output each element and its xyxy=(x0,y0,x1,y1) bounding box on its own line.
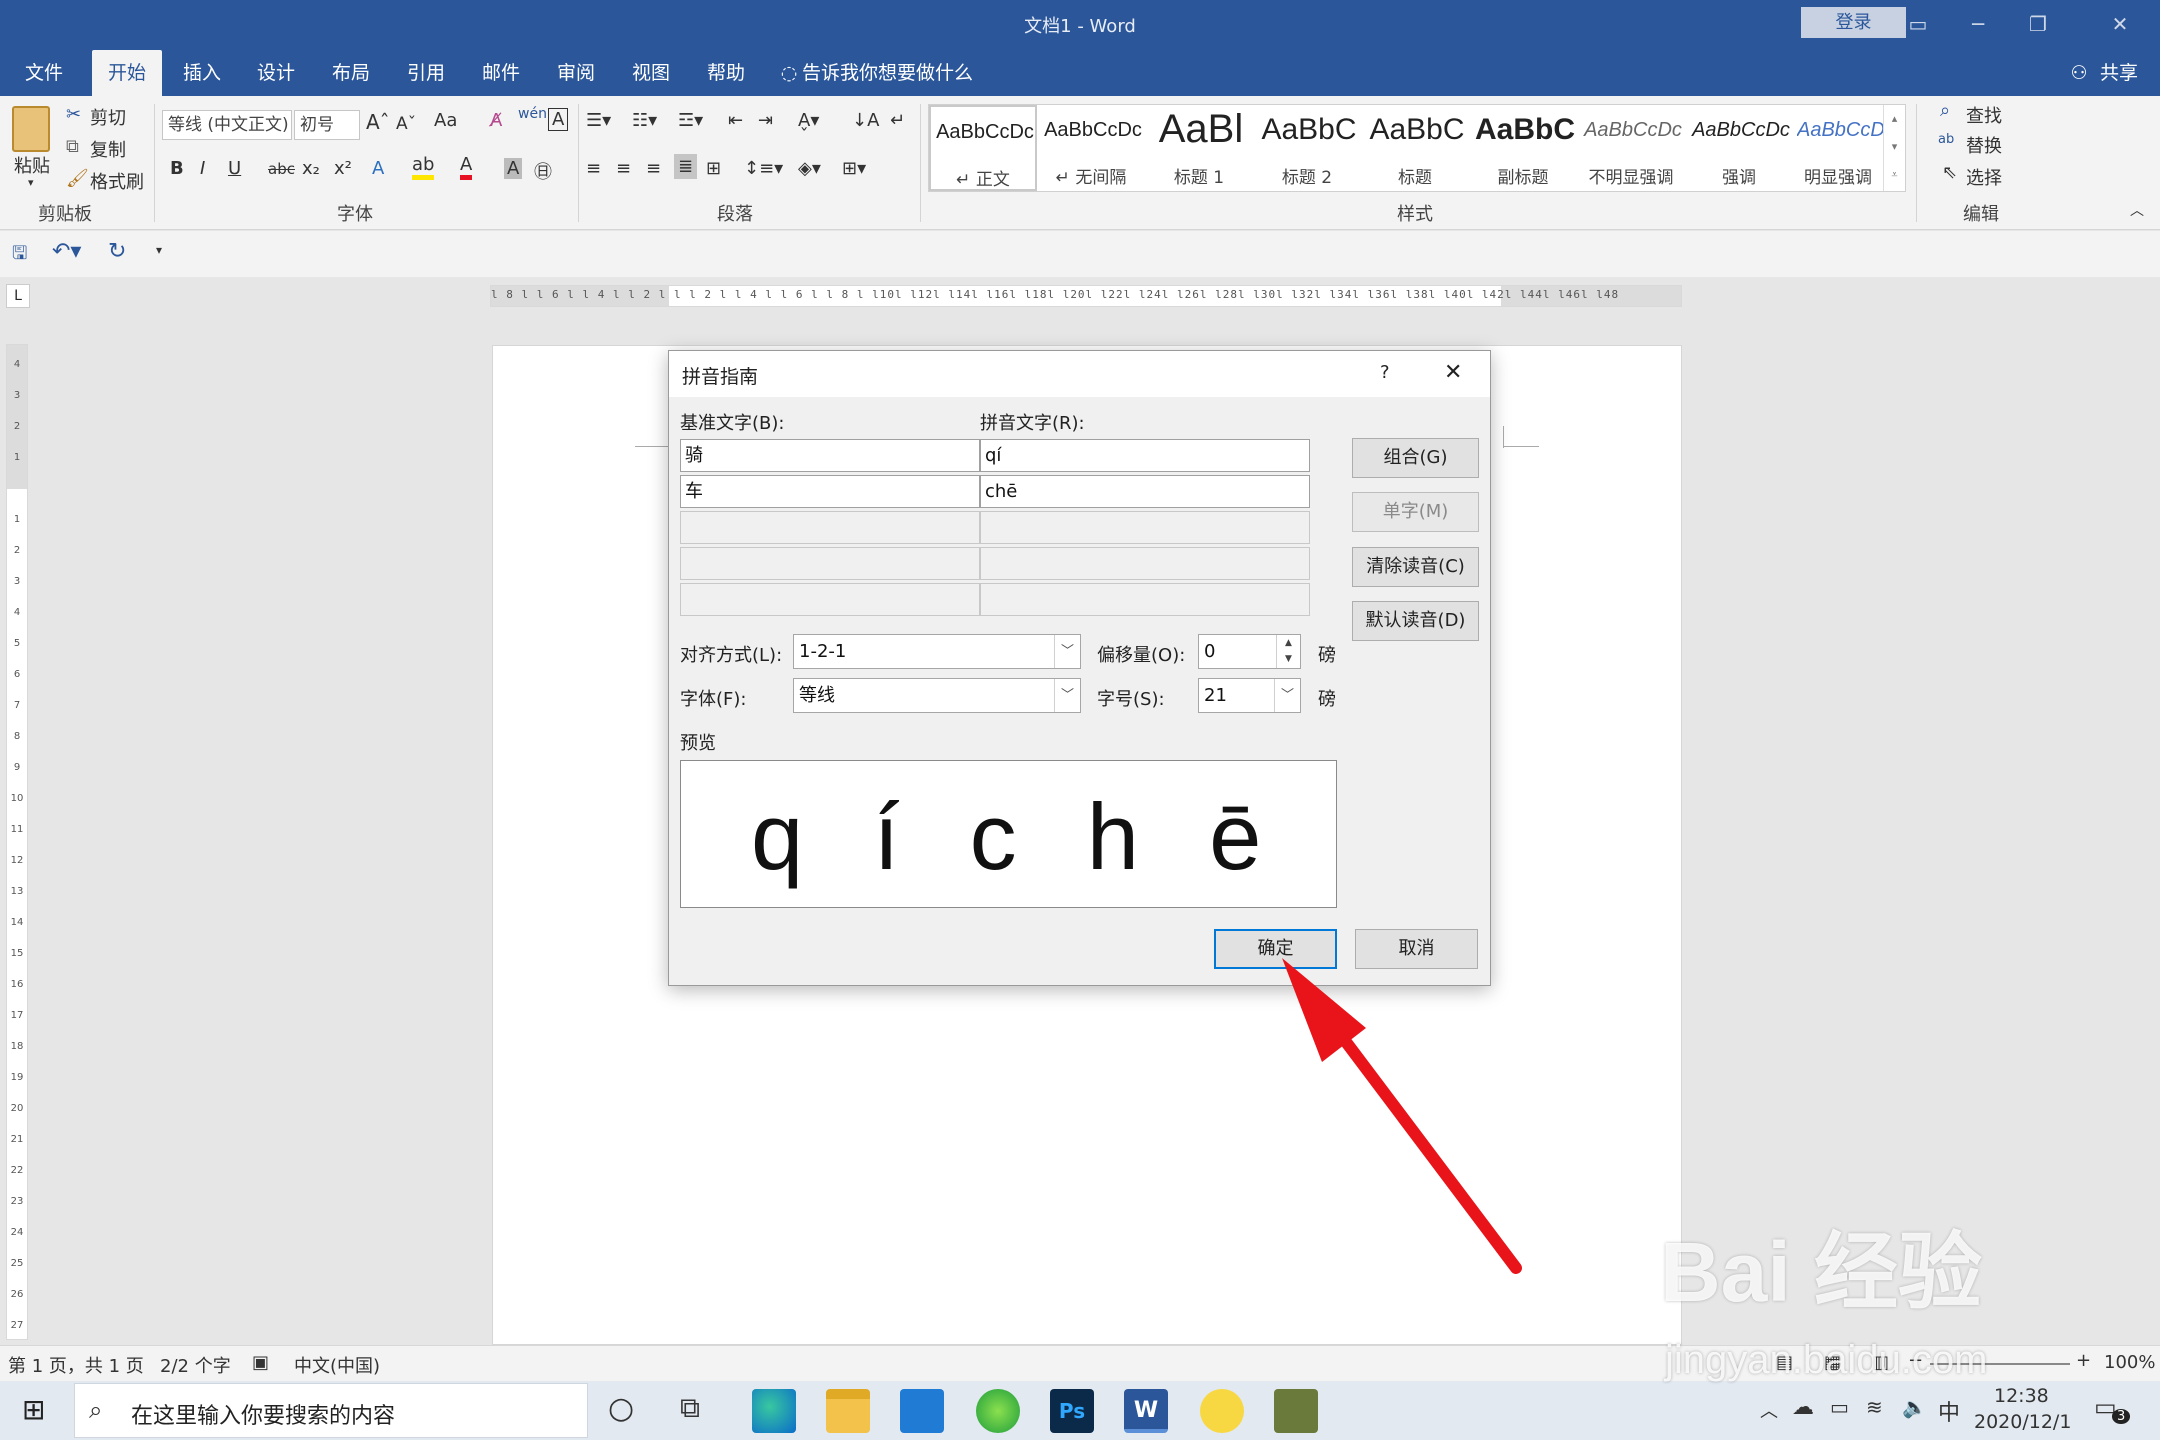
taskbar-search-placeholder: 在这里输入你要搜索的内容 xyxy=(131,1404,396,1429)
proofing-icon[interactable]: ▣ xyxy=(252,1352,269,1373)
clock-time[interactable]: 12:38 xyxy=(1994,1385,2049,1407)
page-count[interactable]: 第 1 页，共 1 页 xyxy=(8,1352,144,1378)
volume-icon[interactable]: 🔈 xyxy=(1902,1395,1927,1419)
cloud-icon[interactable]: ☁ xyxy=(1792,1395,1814,1420)
zoom-level[interactable]: 100% xyxy=(2104,1352,2155,1373)
taskbar: ⊞ ⌕ 在这里输入你要搜索的内容 ○ ⧉ Ps W ︿ ☁ ▭ ≋ 🔈 中 12… xyxy=(0,1381,2160,1440)
word-icon[interactable]: W xyxy=(1124,1389,1168,1433)
mail-icon[interactable] xyxy=(900,1389,944,1433)
zoom-in-icon[interactable]: + xyxy=(2076,1350,2091,1371)
watermark-url: jingyan.baidu.com xyxy=(1665,1338,1988,1382)
search-icon: ⌕ xyxy=(89,1396,103,1424)
clock-date[interactable]: 2020/12/1 xyxy=(1974,1411,2071,1433)
taskbar-search-box[interactable]: ⌕ 在这里输入你要搜索的内容 xyxy=(74,1383,588,1438)
photoshop-icon[interactable]: Ps xyxy=(1050,1389,1094,1433)
qq-icon[interactable] xyxy=(1200,1389,1244,1433)
battery-icon[interactable]: ▭ xyxy=(1830,1395,1849,1419)
browser-icon[interactable] xyxy=(976,1389,1020,1433)
notification-count: 3 xyxy=(2112,1409,2131,1424)
wifi-icon[interactable]: ≋ xyxy=(1866,1395,1883,1419)
file-explorer-icon[interactable] xyxy=(826,1389,870,1433)
word-count[interactable]: 2/2 个字 xyxy=(160,1352,231,1378)
cortana-icon[interactable]: ○ xyxy=(608,1391,634,1426)
tray-chevron-icon[interactable]: ︿ xyxy=(1760,1397,1778,1423)
language-status[interactable]: 中文(中国) xyxy=(294,1352,380,1378)
edge-icon[interactable] xyxy=(752,1389,796,1433)
windows-start-icon[interactable]: ⊞ xyxy=(22,1393,45,1426)
watermark-logo: Bai 经验 xyxy=(1660,1225,1983,1319)
task-view-icon[interactable]: ⧉ xyxy=(680,1391,700,1425)
game-icon[interactable] xyxy=(1274,1389,1318,1433)
ime-indicator[interactable]: 中 xyxy=(1938,1395,1960,1427)
